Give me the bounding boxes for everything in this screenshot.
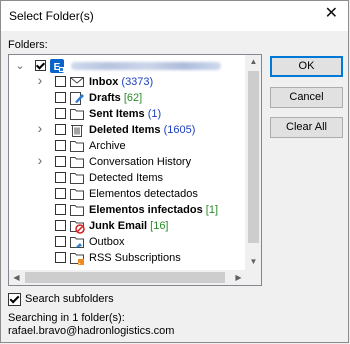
tree-row[interactable]: › Conversation History (9, 153, 247, 170)
scroll-down-icon[interactable]: ▼ (246, 257, 261, 266)
folders-label: Folders: (8, 39, 48, 51)
expand-chevron-icon[interactable]: › (35, 153, 45, 167)
folder-checkbox[interactable] (55, 252, 66, 263)
folder-icon (69, 106, 85, 122)
unread-count: [1] (205, 204, 218, 216)
tree-row-account[interactable]: ⌄ E (9, 58, 247, 74)
select-folders-dialog: Select Folder(s) ✕ Folders: ⌄ E › Inbox (… (0, 0, 349, 343)
folder-label: Elementos detectados (89, 188, 198, 200)
scroll-left-icon[interactable]: ◀ (9, 273, 24, 282)
tree-row[interactable]: Detected Items (9, 170, 247, 186)
trash-icon (69, 122, 85, 138)
folder-name: Deleted Items (89, 124, 161, 136)
folder-name: Detected Items (89, 172, 163, 184)
exchange-account-icon: E (49, 58, 65, 74)
folder-tree[interactable]: ⌄ E › Inbox (3373) Drafts [62] Sent Items (… (8, 54, 262, 286)
folder-name: Inbox (89, 76, 119, 88)
vertical-scroll-thumb[interactable] (248, 71, 259, 243)
vertical-scrollbar[interactable]: ▲ ▼ (245, 55, 261, 270)
folder-label: Sent Items (1) (89, 108, 161, 120)
folder-name: Archive (89, 140, 126, 152)
junk-icon (69, 218, 85, 234)
tree-row[interactable]: › Inbox (3373) (9, 73, 247, 90)
searching-account-email: rafael.bravo@hadronlogistics.com (8, 325, 175, 337)
folder-icon (69, 170, 85, 186)
tree-row[interactable]: Sent Items (1) (9, 106, 247, 122)
scroll-corner (246, 270, 261, 285)
rss-icon (69, 250, 85, 266)
folder-checkbox[interactable] (55, 124, 66, 135)
folder-checkbox[interactable] (55, 220, 66, 231)
folder-label: Drafts [62] (89, 92, 142, 104)
folder-name: RSS Subscriptions (89, 252, 181, 264)
folder-icon (69, 186, 85, 202)
account-name-redacted (71, 62, 221, 70)
cancel-button[interactable]: Cancel (270, 87, 343, 108)
folder-checkbox[interactable] (55, 236, 66, 247)
folder-label: Elementos infectados [1] (89, 204, 218, 216)
folder-icon (69, 202, 85, 218)
horizontal-scroll-thumb[interactable] (25, 272, 225, 283)
dialog-title: Select Folder(s) (9, 9, 94, 23)
horizontal-scrollbar[interactable]: ◀ ▶ (9, 270, 246, 285)
folder-checkbox[interactable] (55, 108, 66, 119)
folder-checkbox[interactable] (55, 172, 66, 183)
folder-checkbox[interactable] (55, 140, 66, 151)
unread-count: (3373) (121, 76, 154, 88)
searching-status: Searching in 1 folder(s): (8, 312, 125, 324)
folder-icon (69, 154, 85, 170)
inbox-icon (69, 74, 85, 90)
folder-checkbox[interactable] (55, 204, 66, 215)
unread-count: [62] (123, 92, 143, 104)
title-bar: Select Folder(s) ✕ (1, 1, 348, 31)
expand-chevron-icon[interactable]: › (35, 73, 45, 87)
folder-name: Outbox (89, 236, 125, 248)
folder-name: Junk Email (89, 220, 148, 232)
tree-row[interactable]: RSS Subscriptions (9, 250, 247, 266)
tree-row[interactable]: Junk Email [16] (9, 218, 247, 234)
tree-row[interactable]: Archive (9, 138, 247, 154)
search-subfolders-checkbox[interactable] (8, 293, 21, 306)
folder-name: Drafts (89, 92, 121, 104)
outbox-icon (69, 234, 85, 250)
collapse-chevron-icon[interactable]: ⌄ (15, 60, 25, 72)
folder-checkbox[interactable] (55, 156, 66, 167)
tree-row[interactable]: Drafts [62] (9, 90, 247, 106)
search-subfolders-label: Search subfolders (25, 293, 114, 305)
account-checkbox[interactable] (35, 60, 46, 71)
tree-row[interactable]: Outbox (9, 234, 247, 250)
unread-count: (1) (147, 108, 162, 120)
folder-checkbox[interactable] (55, 76, 66, 87)
scroll-right-icon[interactable]: ▶ (231, 273, 246, 282)
folder-icon (69, 138, 85, 154)
drafts-icon (69, 90, 85, 106)
folder-name: Elementos infectados (89, 204, 203, 216)
ok-button[interactable]: OK (270, 56, 343, 77)
folder-checkbox[interactable] (55, 92, 66, 103)
unread-count: (1605) (163, 124, 196, 136)
folder-label: Outbox (89, 236, 124, 248)
tree-row[interactable]: Elementos detectados (9, 186, 247, 202)
folder-name: Conversation History (89, 156, 192, 168)
close-icon[interactable]: ✕ (325, 6, 338, 22)
folder-label: Junk Email [16] (89, 220, 169, 232)
folder-name: Elementos detectados (89, 188, 198, 200)
tree-row[interactable]: Elementos infectados [1] (9, 202, 247, 218)
expand-chevron-icon[interactable]: › (35, 121, 45, 135)
folder-name: Sent Items (89, 108, 145, 120)
folder-label: Deleted Items (1605) (89, 124, 195, 136)
folder-label: RSS Subscriptions (89, 252, 181, 264)
folder-label: Detected Items (89, 172, 163, 184)
clear-all-button[interactable]: Clear All (270, 117, 343, 138)
unread-count: [16] (150, 220, 169, 232)
folder-label: Archive (89, 140, 126, 152)
folder-label: Inbox (3373) (89, 76, 153, 88)
folder-label: Conversation History (89, 156, 191, 168)
tree-row[interactable]: › Deleted Items (1605) (9, 121, 247, 138)
scroll-up-icon[interactable]: ▲ (246, 57, 261, 66)
folder-checkbox[interactable] (55, 188, 66, 199)
